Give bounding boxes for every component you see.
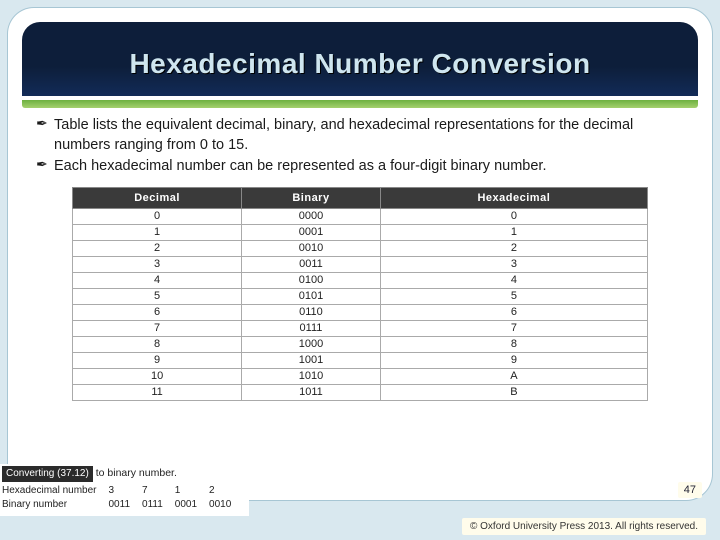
table-cell: 0001: [242, 224, 381, 240]
copyright-text: © Oxford University Press 2013. All righ…: [462, 518, 706, 535]
slide-card: Hexadecimal Number Conversion ✒ Table li…: [8, 8, 712, 500]
bullet-text: Each hexadecimal number can be represent…: [54, 157, 546, 177]
col-header: Decimal: [73, 187, 242, 208]
col-header: Binary: [242, 187, 381, 208]
table-row: 810008: [73, 336, 648, 352]
table-cell: 0000: [242, 208, 381, 224]
overlay-row-label: Hexadecimal number: [2, 484, 109, 498]
table-cell: A: [380, 368, 647, 384]
table-cell: 8: [73, 336, 242, 352]
table-row: 200102: [73, 240, 648, 256]
table-row: 701117: [73, 320, 648, 336]
table-cell: 2: [380, 240, 647, 256]
table-row: 111011B: [73, 384, 648, 400]
overlay-row-label: Binary number: [2, 498, 109, 512]
table-cell: 0: [380, 208, 647, 224]
table-cell: 11: [73, 384, 242, 400]
table-row: 100011: [73, 224, 648, 240]
table-cell: 9: [73, 352, 242, 368]
conversion-table: Decimal Binary Hexadecimal 0000001000112…: [72, 187, 648, 401]
table-cell: 9: [380, 352, 647, 368]
table-cell: 1: [380, 224, 647, 240]
table-row: 601106: [73, 304, 648, 320]
table-cell: 3: [380, 256, 647, 272]
table-cell: 0011: [242, 256, 381, 272]
table-cell: 7: [73, 320, 242, 336]
table-cell: 3: [73, 256, 242, 272]
table-cell: 5: [380, 288, 647, 304]
overlay-table: Hexadecimal number 3 7 1 2 Binary number…: [2, 484, 243, 512]
example-overlay: Converting (37.12) to binary number. Hex…: [0, 464, 249, 516]
slide-body: ✒ Table lists the equivalent decimal, bi…: [8, 108, 712, 401]
table-row: 300113: [73, 256, 648, 272]
slide-title: Hexadecimal Number Conversion: [32, 48, 688, 80]
table-cell: 2: [73, 240, 242, 256]
table-cell: 10: [73, 368, 242, 384]
bullet-icon: ✒: [36, 157, 54, 177]
table-row: 401004: [73, 272, 648, 288]
table-cell: 0111: [242, 320, 381, 336]
col-header: Hexadecimal: [380, 187, 647, 208]
table-cell: 6: [73, 304, 242, 320]
slide-header: Hexadecimal Number Conversion: [22, 22, 698, 96]
table-cell: 1011: [242, 384, 381, 400]
table-cell: 0010: [242, 240, 381, 256]
table-cell: 1: [73, 224, 242, 240]
page-number: 47: [678, 482, 702, 498]
table-cell: 1001: [242, 352, 381, 368]
table-cell: 8: [380, 336, 647, 352]
table-cell: 1000: [242, 336, 381, 352]
header-divider: [22, 100, 698, 108]
table-cell: 1010: [242, 368, 381, 384]
table-row: 501015: [73, 288, 648, 304]
footer: © Oxford University Press 2013. All righ…: [0, 512, 720, 540]
table-cell: 6: [380, 304, 647, 320]
conversion-table-wrap: Decimal Binary Hexadecimal 0000001000112…: [72, 187, 648, 401]
table-row: 101010A: [73, 368, 648, 384]
table-cell: 0: [73, 208, 242, 224]
table-row: 000000: [73, 208, 648, 224]
table-cell: 5: [73, 288, 242, 304]
bullet-item: ✒ Each hexadecimal number can be represe…: [36, 157, 684, 177]
table-cell: 4: [73, 272, 242, 288]
overlay-caption: Converting (37.12) to binary number.: [2, 466, 243, 484]
bullet-item: ✒ Table lists the equivalent decimal, bi…: [36, 116, 684, 155]
table-row: 910019: [73, 352, 648, 368]
bullet-icon: ✒: [36, 116, 54, 155]
table-cell: 4: [380, 272, 647, 288]
table-cell: 0100: [242, 272, 381, 288]
table-cell: B: [380, 384, 647, 400]
table-cell: 7: [380, 320, 647, 336]
table-cell: 0101: [242, 288, 381, 304]
table-cell: 0110: [242, 304, 381, 320]
bullet-text: Table lists the equivalent decimal, bina…: [54, 116, 684, 155]
